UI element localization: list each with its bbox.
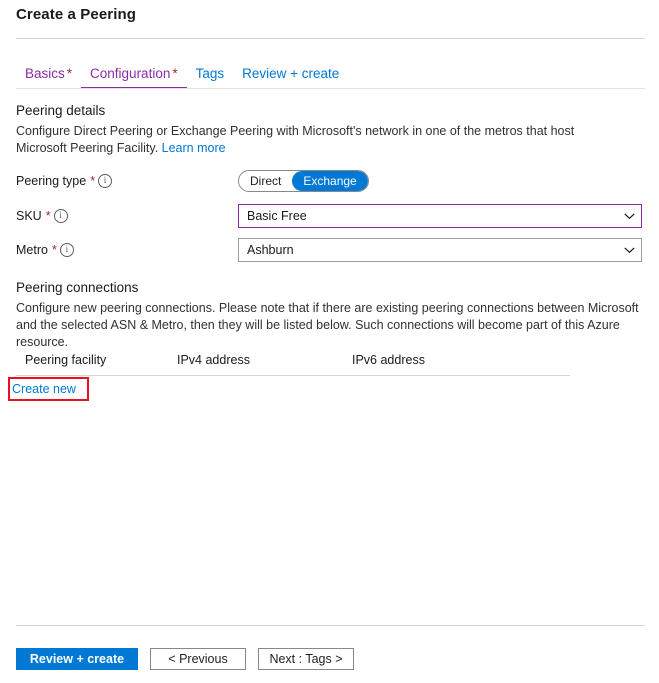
tab-configuration[interactable]: Configuration *	[81, 66, 187, 89]
peering-type-label: Peering type *	[16, 174, 238, 188]
sku-row: SKU* Basic Free	[16, 204, 642, 228]
peering-type-row: Peering type* Direct Exchange	[16, 170, 642, 192]
metro-row: Metro* Ashburn	[16, 238, 642, 262]
peering-connections-table: Peering facility IPv4 address IPv6 addre…	[16, 353, 570, 376]
metro-required: *	[51, 243, 57, 257]
tab-basics-required: *	[66, 66, 73, 81]
header-divider	[16, 38, 645, 39]
info-icon[interactable]	[59, 243, 74, 257]
info-icon[interactable]	[53, 209, 68, 223]
sku-label-text: SKU	[16, 209, 42, 223]
metro-label-text: Metro	[16, 243, 48, 257]
peering-connections-description: Configure new peering connections. Pleas…	[16, 301, 639, 349]
footer-divider	[16, 625, 645, 626]
peering-type-toggle[interactable]: Direct Exchange	[238, 170, 369, 192]
page-title: Create a Peering	[16, 6, 136, 23]
peering-type-label-text: Peering type	[16, 174, 87, 188]
tabs-divider	[16, 88, 645, 89]
peering-connections-heading: Peering connections	[16, 280, 139, 295]
peering-type-option-exchange[interactable]: Exchange	[292, 171, 368, 191]
wizard-footer: Review + create < Previous Next : Tags >	[16, 648, 354, 670]
peering-type-required: *	[90, 174, 96, 188]
peering-type-option-direct[interactable]: Direct	[239, 171, 292, 191]
previous-button[interactable]: < Previous	[150, 648, 246, 670]
metro-dropdown[interactable]: Ashburn	[238, 238, 642, 262]
sku-dropdown[interactable]: Basic Free	[238, 204, 642, 228]
tab-basics-label: Basics	[25, 66, 65, 81]
tab-configuration-required: *	[172, 66, 178, 81]
metro-selected-value: Ashburn	[247, 243, 294, 257]
tab-tags-label: Tags	[195, 66, 225, 81]
column-header-ipv6-address: IPv6 address	[352, 353, 425, 367]
wizard-tabs: Basics * Configuration * Tags Review + cre…	[16, 63, 348, 89]
column-header-peering-facility: Peering facility	[25, 353, 107, 367]
chevron-down-icon[interactable]	[617, 205, 641, 227]
next-tags-button[interactable]: Next : Tags >	[258, 648, 354, 670]
metro-label: Metro *	[16, 243, 238, 257]
sku-required: *	[45, 209, 51, 223]
table-header-divider	[16, 375, 570, 376]
tab-tags[interactable]: Tags	[187, 66, 234, 89]
table-header-row: Peering facility IPv4 address IPv6 addre…	[16, 353, 570, 375]
column-header-ipv4-address: IPv4 address	[177, 353, 250, 367]
info-icon[interactable]	[98, 174, 113, 188]
create-new-link[interactable]: Create new	[12, 382, 76, 396]
peering-details-description: Configure Direct Peering or Exchange Pee…	[16, 123, 616, 157]
review-create-button[interactable]: Review + create	[16, 648, 138, 670]
peering-details-heading: Peering details	[16, 103, 106, 118]
tab-configuration-label: Configuration	[90, 66, 171, 81]
tab-review-create-label: Review + create	[242, 66, 340, 81]
sku-selected-value: Basic Free	[247, 209, 307, 223]
tab-basics[interactable]: Basics *	[16, 66, 81, 89]
peering-details-description-text: Configure Direct Peering or Exchange Pee…	[16, 124, 575, 155]
tab-review-create[interactable]: Review + create	[233, 66, 348, 89]
chevron-down-icon[interactable]	[617, 239, 641, 261]
sku-label: SKU *	[16, 209, 238, 223]
learn-more-link[interactable]: Learn more	[162, 141, 226, 155]
